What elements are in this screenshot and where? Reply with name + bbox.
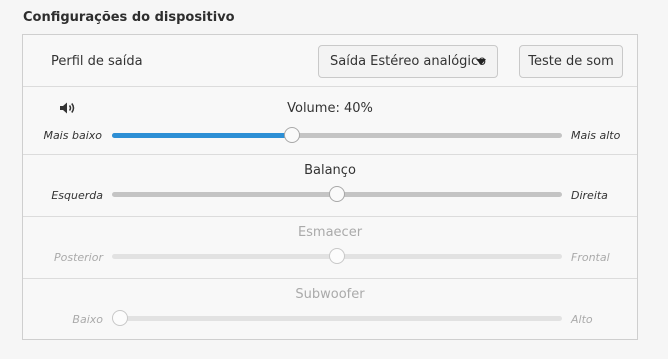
volume-slider-handle[interactable] bbox=[284, 127, 300, 143]
volume-title: Volume: 40% bbox=[287, 101, 373, 116]
subwoofer-min-label: Baixo bbox=[72, 313, 103, 326]
subwoofer-row: Subwoofer Baixo Alto bbox=[23, 279, 637, 341]
sound-test-button[interactable]: Teste de som bbox=[519, 45, 623, 78]
fade-title: Esmaecer bbox=[297, 225, 363, 240]
output-profile-row: Perfil de saída Saída Estéreo analógico … bbox=[23, 35, 637, 87]
fade-slider bbox=[112, 248, 562, 264]
output-profile-dropdown[interactable]: Saída Estéreo analógico bbox=[318, 45, 498, 78]
output-profile-label: Perfil de saída bbox=[51, 54, 143, 69]
volume-min-label: Mais baixo bbox=[43, 129, 102, 142]
subwoofer-title: Subwoofer bbox=[295, 287, 365, 302]
balance-slider[interactable] bbox=[112, 186, 562, 202]
fade-min-label: Posterior bbox=[53, 251, 103, 264]
fade-row: Esmaecer Posterior Frontal bbox=[23, 217, 637, 279]
fade-slider-handle bbox=[329, 248, 345, 264]
balance-row: Balanço Esquerda Direita bbox=[23, 155, 637, 217]
volume-slider[interactable] bbox=[112, 127, 562, 143]
subwoofer-max-label: Alto bbox=[571, 313, 593, 326]
subwoofer-slider-handle bbox=[112, 310, 128, 326]
balance-min-label: Esquerda bbox=[51, 189, 103, 202]
volume-row: Volume: 40% Mais baixo Mais alto bbox=[23, 87, 637, 155]
volume-slider-fill bbox=[112, 133, 292, 138]
volume-max-label: Mais alto bbox=[571, 129, 621, 142]
balance-max-label: Direita bbox=[571, 189, 608, 202]
subwoofer-slider bbox=[112, 310, 562, 326]
chevron-down-icon bbox=[476, 59, 486, 65]
section-title: Configurações do dispositivo bbox=[23, 10, 235, 25]
device-settings-panel: Perfil de saída Saída Estéreo analógico … bbox=[22, 34, 638, 340]
balance-title: Balanço bbox=[304, 163, 356, 178]
fade-max-label: Frontal bbox=[571, 251, 610, 264]
balance-slider-handle[interactable] bbox=[329, 186, 345, 202]
output-profile-value: Saída Estéreo analógico bbox=[330, 54, 487, 69]
